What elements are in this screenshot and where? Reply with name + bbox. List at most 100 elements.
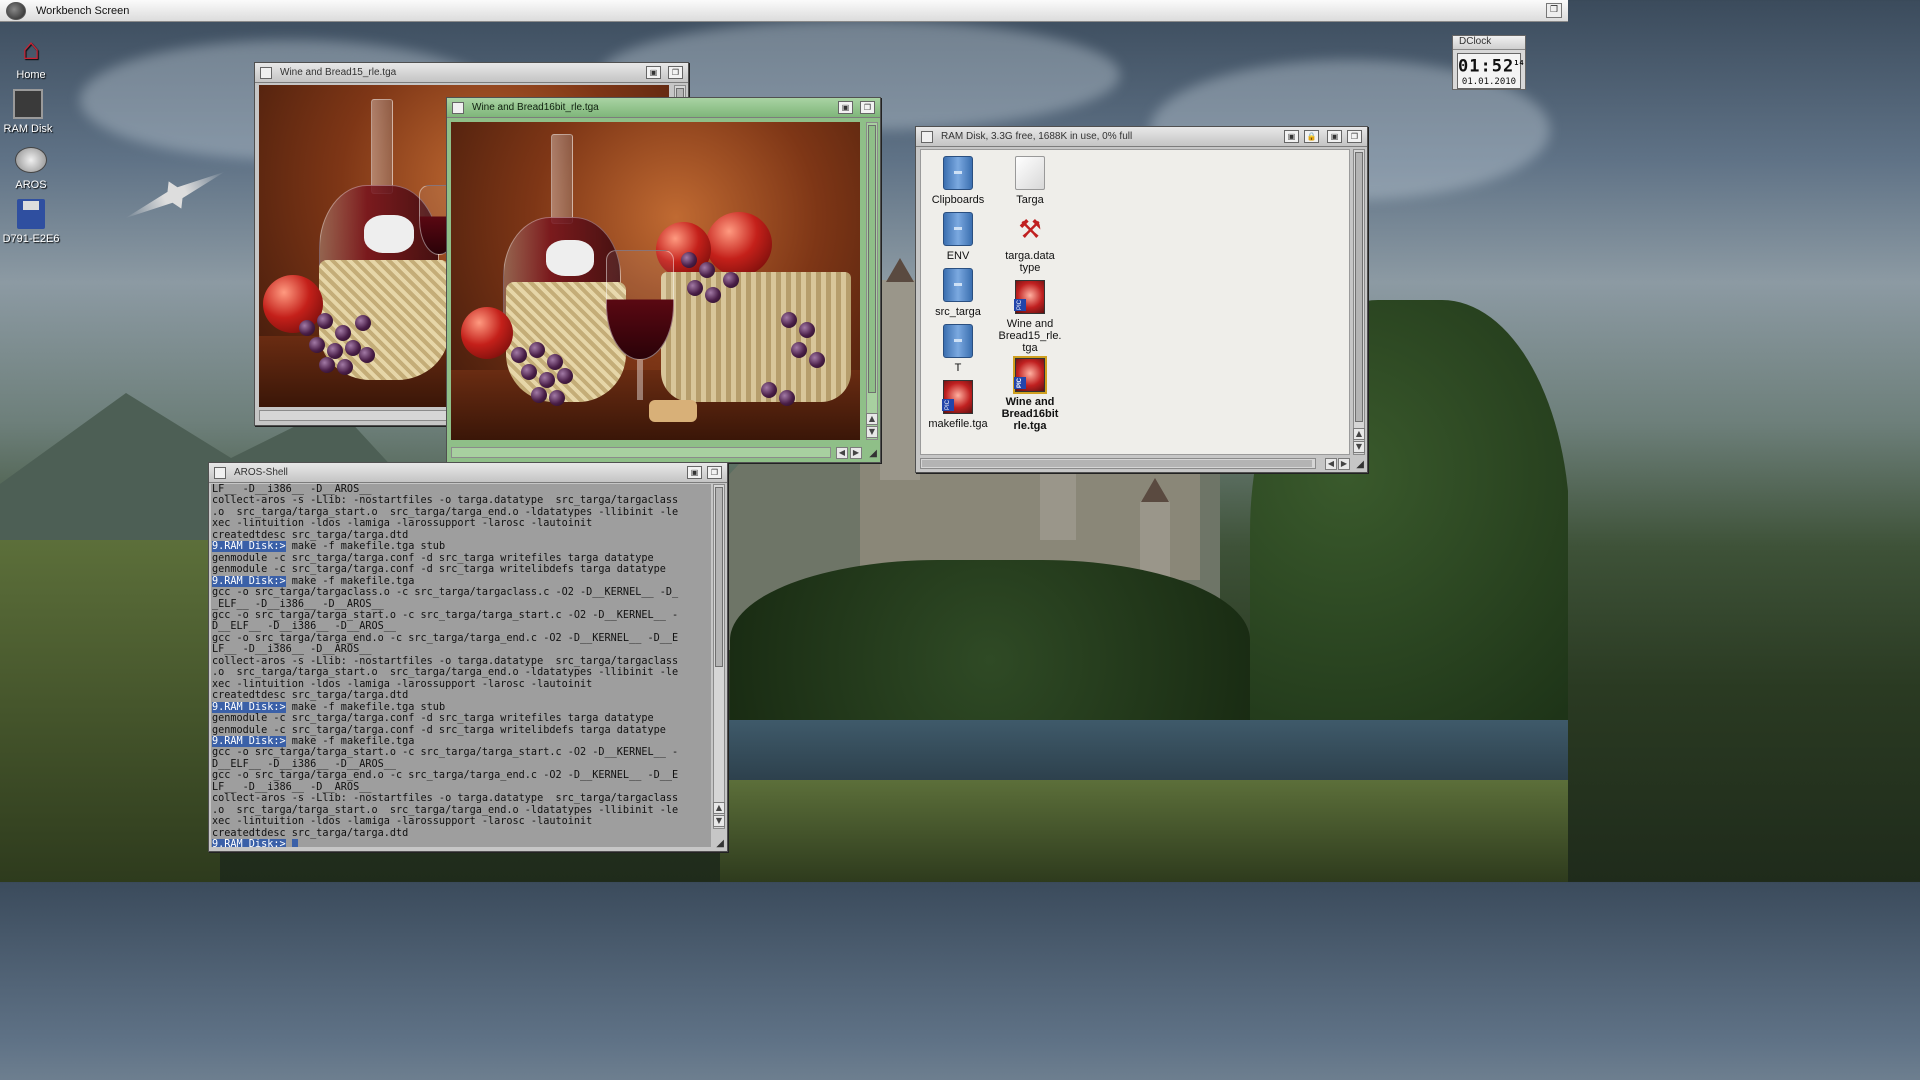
scroll-right-icon[interactable]: ▶ [1338, 458, 1350, 470]
screen-depth-icon[interactable]: ❐ [1546, 3, 1562, 18]
resize-grip-icon[interactable]: ◢ [716, 838, 724, 849]
close-icon[interactable] [214, 466, 226, 479]
desktop-icon-ram-disk[interactable]: RAM Disk [0, 87, 58, 135]
close-icon[interactable] [452, 101, 464, 114]
shell-line: xec -lintuition -ldos -lamiga -larossupp… [212, 816, 711, 827]
wine-bread-image-16bit [451, 122, 860, 440]
scroll-right-icon[interactable]: ▶ [850, 447, 862, 459]
window-titlebar[interactable]: RAM Disk, 3.3G free, 1688K in use, 0% fu… [916, 127, 1367, 147]
picture-icon [1013, 356, 1047, 394]
vertical-scrollbar[interactable]: ▲ ▼ [713, 484, 725, 829]
depth-icon[interactable]: ❐ [1347, 130, 1362, 143]
shell-line: .o src_targa/targa_start.o src_targa/tar… [212, 507, 711, 518]
file-icon-t[interactable]: T [921, 324, 995, 374]
shell-text: createdtdesc src_targa/targa.dtd [212, 690, 409, 702]
file-icon-makefile[interactable]: makefile.tga [921, 380, 995, 430]
file-icon-clipboards[interactable]: Clipboards [921, 156, 995, 206]
depth-icon[interactable]: ❐ [707, 466, 722, 479]
file-icon-wine-bread15[interactable]: Wine and Bread15_rle. tga [993, 280, 1067, 354]
scroll-up-icon[interactable]: ▲ [866, 413, 878, 425]
shell-text: D__ELF__ -D__i386__ -D__AROS__ [212, 758, 397, 770]
desktop-icon-aros[interactable]: AROS [1, 143, 61, 191]
shell-line: gcc -o src_targa/targa_start.o -c src_ta… [212, 747, 711, 758]
clock-face: 01:5214 01.01.2010 [1457, 53, 1525, 89]
home-icon: ⌂ [21, 33, 41, 66]
screen-title-bar: Workbench Screen ❐ [0, 0, 1568, 22]
window-title: Wine and Bread15_rle.tga [280, 67, 397, 78]
shell-text: make -f makefile.tga [285, 575, 415, 587]
shell-text: gcc -o src_targa/targa_end.o -c src_targ… [212, 770, 679, 782]
shell-prompt: 9.RAM Disk:> [212, 735, 286, 747]
window-titlebar[interactable]: Wine and Bread15_rle.tga ▣ ❐ [255, 63, 688, 83]
scroll-down-icon[interactable]: ▼ [866, 426, 878, 438]
file-icon-targa[interactable]: Targa [993, 156, 1067, 206]
shell-line: 9.RAM Disk:> make -f makefile.tga [212, 735, 711, 747]
window-title: Wine and Bread16bit_rle.tga [472, 102, 599, 113]
file-icon-wine-bread16bit[interactable]: Wine and Bread16bit rle.tga [993, 356, 1067, 432]
clock-time: 01:52 [1458, 56, 1515, 77]
shell-window[interactable]: AROS-Shell ▣ ❐ LF__ -D__i386__ -D__AROS_… [208, 462, 728, 852]
aros-logo-icon[interactable] [6, 1, 26, 20]
shell-output[interactable]: LF__ -D__i386__ -D__AROS__ collect-aros -… [211, 484, 711, 847]
resize-grip-icon[interactable]: ◢ [1356, 459, 1364, 470]
image-window-16bit[interactable]: Wine and Bread16bit_rle.tga ▣ ❐ ▲ ▼ ◀ ▶ … [446, 97, 881, 463]
zoom-icon[interactable]: ▣ [1327, 130, 1342, 143]
close-icon[interactable] [260, 66, 272, 79]
shell-text: make -f makefile.tga [285, 735, 415, 747]
dclock-title: DClock [1453, 36, 1525, 50]
resize-grip-icon[interactable]: ◢ [869, 448, 877, 459]
shell-text: LF__ -D__i386__ -D__AROS__ [212, 781, 372, 793]
shell-prompt: 9.RAM Disk:> [212, 701, 286, 713]
file-icon-env[interactable]: ENV [921, 212, 995, 262]
shell-line: xec -lintuition -ldos -lamiga -larossupp… [212, 518, 711, 529]
shell-line: createdtdesc src_targa/targa.dtd [212, 690, 711, 701]
zoom-icon[interactable]: ▣ [646, 66, 661, 79]
window-titlebar[interactable]: AROS-Shell ▣ ❐ [209, 463, 727, 483]
shell-line: createdtdesc src_targa/targa.dtd [212, 530, 711, 541]
shell-line: _ELF__ -D__i386__ -D__AROS__ [212, 599, 711, 610]
scroll-left-icon[interactable]: ◀ [836, 447, 848, 459]
scroll-down-icon[interactable]: ▼ [1353, 441, 1365, 453]
drawer-contents[interactable]: Clipboards Targa ENV ⚒ targa.data type sr… [920, 149, 1350, 455]
clock-seconds: 14 [1514, 59, 1525, 67]
vertical-scrollbar[interactable]: ▲ ▼ [866, 122, 878, 440]
shell-text: make -f makefile.tga stub [285, 701, 446, 713]
scroll-up-icon[interactable]: ▲ [713, 802, 725, 814]
dclock-window[interactable]: DClock 01:5214 01.01.2010 [1452, 35, 1526, 90]
shell-text: genmodule -c src_targa/targa.conf -d src… [212, 564, 666, 576]
file-icon-src-targa[interactable]: src_targa [921, 268, 995, 318]
document-icon [1015, 156, 1045, 190]
horizontal-scrollbar[interactable] [451, 447, 831, 458]
snapshot-icon[interactable]: ▣ [1284, 130, 1299, 143]
depth-icon[interactable]: ❐ [860, 101, 875, 114]
shell-line: LF__ -D__i386__ -D__AROS__ [212, 644, 711, 655]
ram-disk-window[interactable]: RAM Disk, 3.3G free, 1688K in use, 0% fu… [915, 126, 1368, 473]
desktop-icon-floppy[interactable]: D791-E2E6 [1, 197, 61, 245]
shell-line: LF__ -D__i386__ -D__AROS__ [212, 484, 711, 495]
desktop-icon-label: D791-E2E6 [2, 233, 60, 245]
vertical-scrollbar[interactable]: ▲ ▼ [1353, 149, 1365, 455]
close-icon[interactable] [921, 130, 933, 143]
desktop-icon-label: Home [16, 69, 46, 81]
shell-line: .o src_targa/targa_start.o src_targa/tar… [212, 667, 711, 678]
scroll-left-icon[interactable]: ◀ [1325, 458, 1337, 470]
text-cursor [291, 839, 298, 847]
scroll-up-icon[interactable]: ▲ [1353, 428, 1365, 440]
horizontal-scrollbar[interactable] [920, 458, 1316, 469]
drawer-icon [943, 268, 973, 302]
zoom-icon[interactable]: ▣ [838, 101, 853, 114]
file-icon-targa-datatype[interactable]: ⚒ targa.data type [993, 212, 1067, 274]
lock-icon[interactable]: 🔒 [1304, 130, 1319, 143]
shell-line: D__ELF__ -D__i386__ -D__AROS__ [212, 621, 711, 632]
picture-icon [943, 380, 973, 414]
scroll-down-icon[interactable]: ▼ [713, 815, 725, 827]
depth-icon[interactable]: ❐ [668, 66, 683, 79]
shell-text: gcc -o src_targa/targa_start.o -c src_ta… [212, 609, 679, 621]
drawer-icon [943, 156, 973, 190]
desktop-icon-home[interactable]: ⌂ Home [1, 33, 61, 81]
shell-text: collect-aros -s -Llib: -nostartfiles -o … [212, 495, 679, 507]
shell-line: collect-aros -s -Llib: -nostartfiles -o … [212, 793, 711, 804]
zoom-icon[interactable]: ▣ [687, 466, 702, 479]
shell-text: .o src_targa/targa_start.o src_targa/tar… [212, 506, 679, 518]
window-titlebar[interactable]: Wine and Bread16bit_rle.tga ▣ ❐ [447, 98, 880, 118]
